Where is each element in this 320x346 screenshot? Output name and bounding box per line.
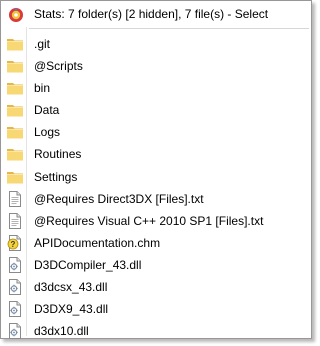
stats-label: Stats: 7 folder(s) [2 hidden], 7 file(s)… <box>34 7 269 21</box>
menu-item-label: @Requires Visual C++ 2010 SP1 [Files].tx… <box>34 213 264 228</box>
menu-item-file[interactable]: D3DX9_43.dll <box>3 298 309 320</box>
menu-item-label: APIDocumentation.chm <box>34 235 161 250</box>
dll-file-icon <box>6 278 24 296</box>
dll-file-icon <box>6 256 24 274</box>
menu-item-folder[interactable]: Settings <box>3 166 309 188</box>
menu-item-file[interactable]: @Requires Visual C++ 2010 SP1 [Files].tx… <box>3 210 309 232</box>
folder-icon <box>6 101 24 119</box>
folder-icon <box>6 57 24 75</box>
folder-icon <box>6 145 24 163</box>
menu-item-label: bin <box>34 81 51 96</box>
menu-item-label: D3DX9_43.dll <box>34 302 109 317</box>
svg-text:?: ? <box>11 240 16 249</box>
context-menu: Stats: 7 folder(s) [2 hidden], 7 file(s)… <box>0 0 312 342</box>
menu-item-label: Logs <box>34 125 61 140</box>
help-file-icon: ? <box>6 234 24 252</box>
menu-item-label: @Scripts <box>34 59 83 74</box>
menu-item-file[interactable]: ? APIDocumentation.chm <box>3 232 309 254</box>
menu-item-label: Data <box>34 103 60 118</box>
menu-item-folder[interactable]: Logs <box>3 121 309 143</box>
text-file-icon <box>6 190 24 208</box>
menu-header[interactable]: Stats: 7 folder(s) [2 hidden], 7 file(s)… <box>3 3 309 25</box>
menu-separator <box>29 28 309 29</box>
dll-file-icon <box>6 322 24 340</box>
menu-item-folder[interactable]: Data <box>3 99 309 121</box>
shell-menu-icon <box>7 5 25 23</box>
folder-icon <box>6 35 24 53</box>
text-file-icon <box>6 212 24 230</box>
menu-item-folder[interactable]: @Scripts <box>3 55 309 77</box>
menu-item-label: d3dx10.dll <box>34 324 89 339</box>
menu-item-folder[interactable]: bin <box>3 77 309 99</box>
folder-icon <box>6 168 24 186</box>
menu-item-label: @Requires Direct3DX [Files].txt <box>34 191 204 206</box>
menu-item-label: Routines <box>34 147 82 162</box>
menu-item-file[interactable]: d3dcsx_43.dll <box>3 276 309 298</box>
menu-item-label: Settings <box>34 169 78 184</box>
menu-item-label: .git <box>34 37 51 51</box>
menu-item-folder[interactable]: Routines <box>3 143 309 165</box>
menu-item-file[interactable]: @Requires Direct3DX [Files].txt <box>3 188 309 210</box>
menu-item-label: D3DCompiler_43.dll <box>34 257 142 272</box>
menu-items: .git @Scripts bin Data Logs Routines Settings @… <box>3 33 309 342</box>
menu-item-label: d3dcsx_43.dll <box>34 280 108 295</box>
menu-item-file[interactable]: D3DCompiler_43.dll <box>3 254 309 276</box>
folder-icon <box>6 79 24 97</box>
dll-file-icon <box>6 300 24 318</box>
folder-icon <box>6 123 24 141</box>
menu-item-folder[interactable]: .git <box>3 33 309 55</box>
menu-item-file[interactable]: d3dx10.dll <box>3 320 309 342</box>
